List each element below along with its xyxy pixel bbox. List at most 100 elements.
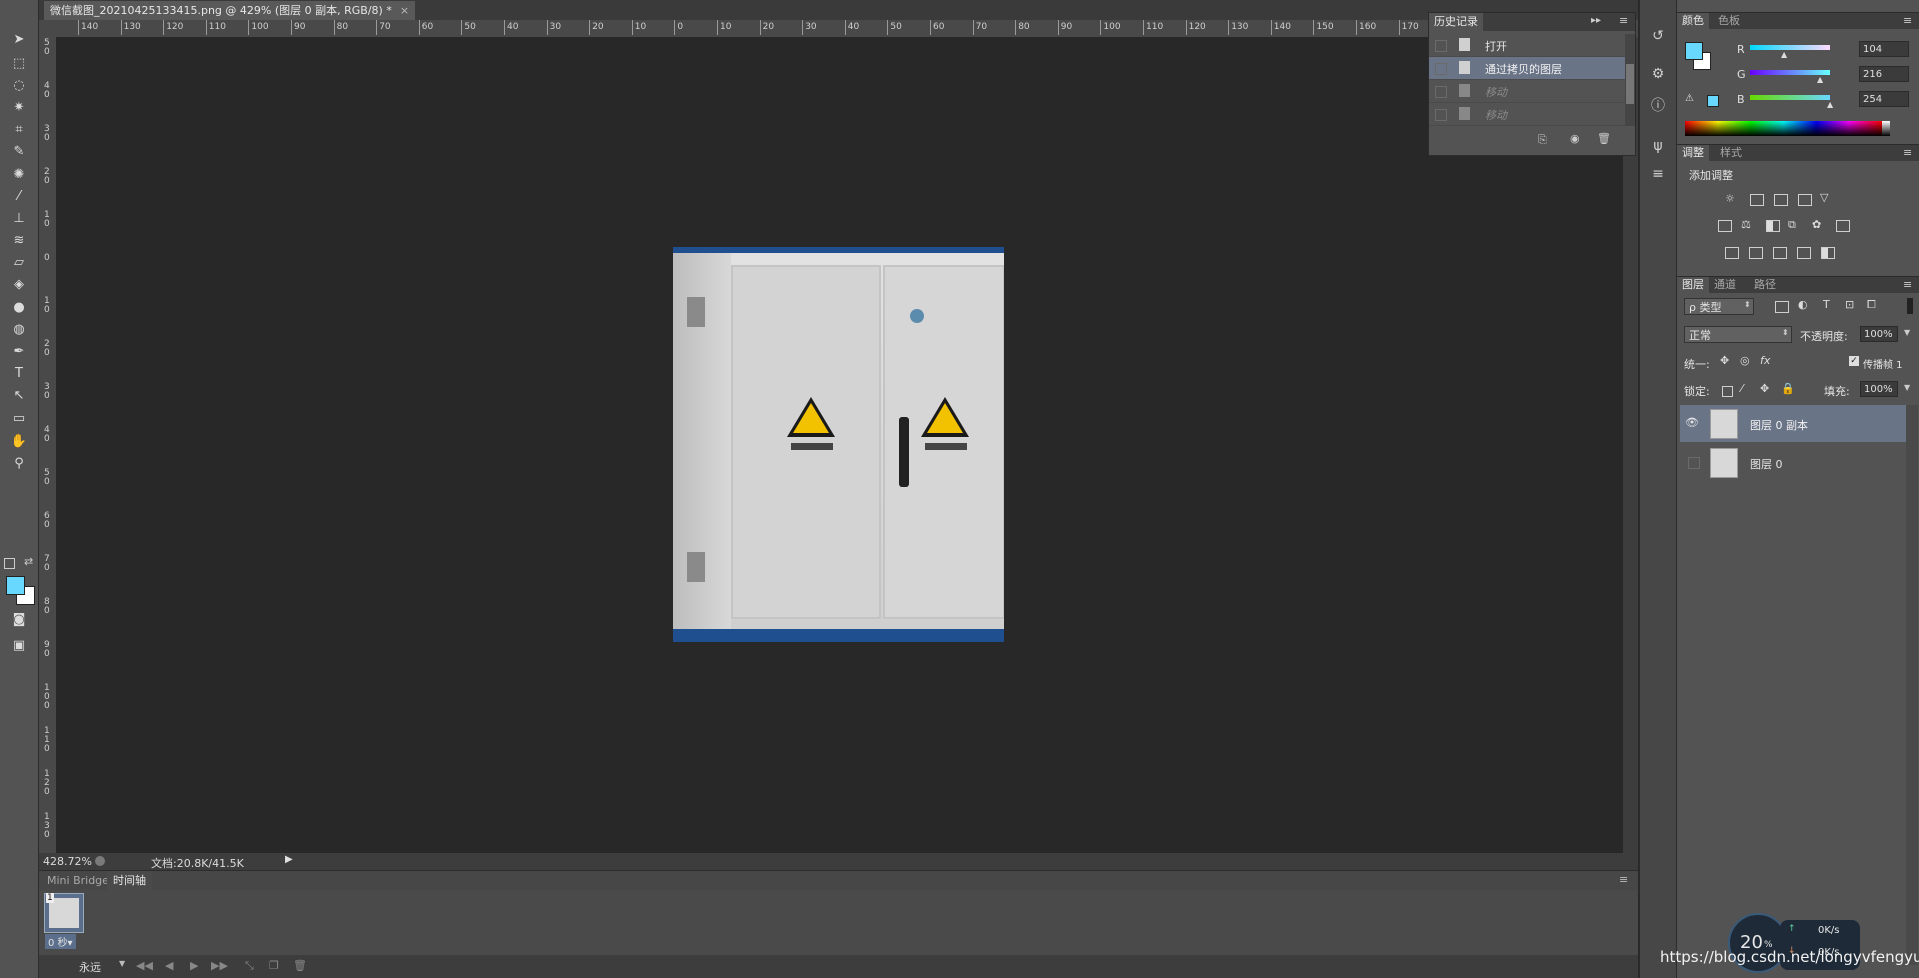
blur-tool-icon[interactable]: ● — [9, 298, 29, 318]
status-menu-arrow-icon[interactable]: ▶ — [285, 854, 293, 865]
gradient-map-icon[interactable] — [1821, 247, 1835, 259]
blend-mode-select[interactable]: 正常 — [1684, 326, 1792, 343]
tab-mini-bridge[interactable]: Mini Bridge — [47, 874, 109, 887]
vibrance-icon[interactable]: ▽ — [1820, 191, 1828, 204]
document-tab[interactable]: 微信截图_20210425133415.png @ 429% (图层 0 副本,… — [44, 1, 416, 20]
history-item[interactable]: 通过拷贝的图层 — [1429, 57, 1625, 80]
layer-name[interactable]: 图层 0 副本 — [1750, 417, 1808, 433]
history-panel-icon[interactable]: ↺ — [1648, 26, 1668, 46]
tab-timeline[interactable]: 时间轴 — [107, 871, 152, 891]
r-slider-thumb[interactable]: ▲ — [1781, 50, 1787, 59]
history-title[interactable]: 历史记录 — [1429, 13, 1483, 31]
history-source-checkbox[interactable] — [1435, 109, 1447, 121]
history-scroll-thumb[interactable] — [1626, 64, 1634, 104]
invert-icon[interactable] — [1725, 247, 1739, 259]
black-white-ramp[interactable] — [1882, 121, 1890, 136]
move-tool-icon[interactable]: ➤ — [9, 30, 29, 50]
history-item[interactable]: 移动 — [1429, 80, 1625, 103]
frame-delay[interactable]: 0 秒▾ — [45, 934, 76, 949]
layer-row[interactable]: 图层 0 — [1680, 444, 1916, 481]
g-value-input[interactable]: 216 — [1859, 66, 1909, 82]
color-fg-swatch[interactable] — [1685, 42, 1703, 60]
gamut-warning-icon[interactable]: ⚠ — [1685, 93, 1694, 104]
status-info-icon[interactable] — [95, 856, 105, 866]
snapshot-icon[interactable]: ◉ — [1570, 132, 1580, 145]
exposure-icon[interactable] — [1798, 194, 1812, 206]
info-panel-icon[interactable]: ⓘ — [1648, 96, 1668, 116]
levels-icon[interactable] — [1750, 194, 1764, 206]
r-value-input[interactable]: 104 — [1859, 41, 1909, 57]
history-scrollbar[interactable] — [1625, 34, 1635, 126]
opacity-slider-icon[interactable]: ▼ — [1904, 328, 1910, 337]
layer-row[interactable]: 👁 图层 0 副本 — [1680, 405, 1916, 442]
loop-dropdown-icon[interactable]: ▼ — [119, 959, 125, 968]
foreground-color-swatch[interactable] — [6, 576, 25, 595]
new-document-from-state-icon[interactable]: ⎘ — [1538, 133, 1547, 147]
unify-position-icon[interactable]: ✥ — [1720, 354, 1729, 367]
history-menu-icon[interactable]: ≡ — [1619, 14, 1628, 27]
filter-pixel-icon[interactable] — [1775, 301, 1789, 313]
color-panel-menu-icon[interactable]: ≡ — [1903, 14, 1912, 27]
document-image[interactable] — [673, 247, 1004, 642]
loop-select[interactable]: 永远 — [79, 959, 101, 975]
rectangle-tool-icon[interactable]: ▭ — [9, 409, 29, 429]
color-balance-icon[interactable]: ⚖ — [1741, 218, 1751, 231]
prev-frame-icon[interactable]: ◀ — [165, 959, 173, 972]
delete-frame-icon[interactable]: 🗑 — [293, 959, 307, 972]
opacity-input[interactable]: 100% — [1860, 326, 1898, 342]
tab-swatches[interactable]: 色板 — [1713, 13, 1745, 29]
eyedropper-tool-icon[interactable]: ✎ — [9, 142, 29, 162]
dodge-tool-icon[interactable]: ◍ — [9, 320, 29, 340]
delete-state-icon[interactable]: 🗑 — [1597, 132, 1611, 145]
swap-colors-icon[interactable]: ⇄ — [24, 555, 33, 568]
tween-icon[interactable]: ⤡ — [245, 959, 254, 973]
curves-icon[interactable] — [1774, 194, 1788, 206]
eye-icon[interactable]: 👁 — [1685, 416, 1699, 429]
unify-style-icon[interactable]: fx — [1760, 354, 1770, 367]
history-item[interactable]: 移动 — [1429, 103, 1625, 126]
color-spectrum-bar[interactable] — [1685, 121, 1882, 136]
zoom-tool-icon[interactable]: ⚲ — [9, 454, 29, 474]
history-source-checkbox[interactable] — [1435, 63, 1447, 75]
crop-tool-icon[interactable]: ⌗ — [9, 120, 29, 140]
tab-adjustments[interactable]: 调整 — [1677, 145, 1709, 161]
lock-transparent-icon[interactable] — [1722, 386, 1733, 397]
lock-all-icon[interactable]: 🔒 — [1781, 382, 1795, 395]
screen-mode-icon[interactable]: ▣ — [9, 636, 29, 656]
lock-image-icon[interactable]: ⁄ — [1741, 382, 1743, 395]
b-slider-thumb[interactable]: ▲ — [1827, 100, 1833, 109]
filter-shape-icon[interactable]: ⊡ — [1845, 298, 1854, 311]
photo-filter-icon[interactable]: ⧉ — [1788, 218, 1796, 232]
canvas-vertical-scrollbar[interactable] — [1623, 37, 1638, 853]
history-source-checkbox[interactable] — [1435, 40, 1447, 52]
paint-bucket-tool-icon[interactable]: ◈ — [9, 275, 29, 295]
adjust-panel-menu-icon[interactable]: ≡ — [1903, 146, 1912, 159]
hue-saturation-icon[interactable] — [1718, 220, 1732, 232]
web-safe-swatch[interactable] — [1707, 95, 1719, 107]
healing-brush-tool-icon[interactable]: ✺ — [9, 165, 29, 185]
tab-layers[interactable]: 图层 — [1677, 277, 1709, 293]
type-tool-icon[interactable]: T — [9, 364, 29, 384]
marquee-tool-icon[interactable]: ⬚ — [9, 54, 29, 74]
animation-frame[interactable]: 1 — [44, 893, 84, 933]
fill-input[interactable]: 100% — [1860, 381, 1898, 397]
filter-toggle[interactable] — [1907, 298, 1913, 314]
threshold-icon[interactable] — [1773, 247, 1787, 259]
tab-channels[interactable]: 通道 — [1709, 277, 1741, 293]
layers-scrollbar[interactable] — [1906, 405, 1918, 965]
eraser-tool-icon[interactable]: ▱ — [9, 253, 29, 273]
b-slider-track[interactable] — [1750, 95, 1830, 100]
color-lookup-icon[interactable] — [1836, 220, 1850, 232]
propagate-checkbox[interactable]: ✓ — [1849, 356, 1859, 366]
black-white-icon[interactable] — [1766, 220, 1780, 232]
visibility-toggle[interactable] — [1688, 457, 1700, 469]
history-source-checkbox[interactable] — [1435, 86, 1447, 98]
close-tab-icon[interactable]: × — [400, 4, 409, 17]
properties-panel-icon[interactable]: ⚙ — [1648, 64, 1668, 84]
pen-tool-icon[interactable]: ✒ — [9, 342, 29, 362]
magic-wand-tool-icon[interactable]: ✷ — [9, 98, 29, 118]
next-frame-icon[interactable]: ▶▶ — [211, 959, 228, 972]
selective-color-icon[interactable] — [1797, 247, 1811, 259]
history-item[interactable]: 打开 — [1429, 34, 1625, 57]
tool-presets-icon[interactable]: ≡ — [1648, 164, 1668, 184]
